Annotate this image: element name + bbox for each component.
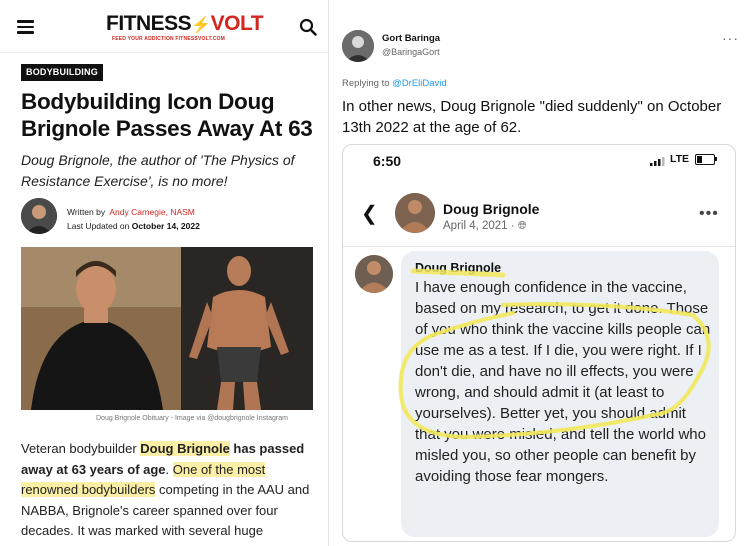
tweet-panel: Gort Baringa @BaringaGort ··· Replying t… — [329, 0, 747, 546]
comment-text: I have enough confidence in the vaccine,… — [415, 279, 711, 485]
mention-link[interactable]: @DrEliDavid — [392, 78, 447, 89]
post-separator — [343, 246, 735, 247]
article-photo — [21, 247, 313, 410]
category-badge[interactable]: BODYBUILDING — [21, 64, 103, 81]
battery-tip — [715, 157, 717, 161]
site-header: FITNESS⚡VOLT FEED YOUR ADDICTION FITNESS… — [0, 0, 328, 53]
highlight-name: Doug Brignole — [140, 441, 230, 456]
search-icon[interactable] — [299, 18, 317, 36]
logo-tagline: FEED YOUR ADDICTION FITNESSVOLT.COM — [111, 36, 226, 42]
comment-bubble: Doug Brignole I have enough confidence i… — [401, 251, 719, 537]
image-caption: Doug Brignole Obituary - Image via @doug… — [96, 415, 288, 422]
post-more-icon: ••• — [699, 205, 719, 222]
tweet-text: In other news, Doug Brignole "died sudde… — [342, 98, 722, 136]
tweet-author-name[interactable]: Gort Baringa — [382, 33, 440, 44]
replying-to: Replying to @DrEliDavid — [342, 78, 447, 89]
post-date-text: April 4, 2021 · — [443, 220, 515, 232]
article-panel: FITNESS⚡VOLT FEED YOUR ADDICTION FITNESS… — [0, 0, 328, 546]
menu-icon[interactable] — [17, 20, 34, 34]
globe-icon: 🌐︎ — [517, 220, 527, 232]
battery-icon — [695, 154, 715, 165]
author-link[interactable]: Andy Carnegie, NASM — [109, 207, 195, 217]
more-options-icon[interactable]: ··· — [722, 30, 739, 46]
signal-icon — [650, 157, 665, 166]
replying-label: Replying to — [342, 78, 393, 89]
post-date: April 4, 2021 · 🌐︎ — [443, 220, 527, 233]
logo-word-2: VOLT — [210, 12, 264, 35]
back-chevron-icon[interactable]: ❮ — [361, 201, 378, 226]
post-author-name: Doug Brignole — [443, 201, 540, 217]
site-logo[interactable]: FITNESS⚡VOLT FEED YOUR ADDICTION FITNESS… — [106, 12, 264, 46]
body-text-1: Veteran bodybuilder — [21, 441, 141, 456]
status-time: 6:50 — [373, 153, 402, 169]
embedded-screenshot: 6:50 LTE ❮ Doug Brignole April 4, 2021 ·… — [342, 144, 736, 542]
article-body: Veteran bodybuilder Doug Brignole has pa… — [21, 439, 321, 542]
tweet-author-handle[interactable]: @BaringaGort — [382, 47, 440, 57]
tweet-avatar[interactable] — [342, 30, 374, 62]
byline: Written by Andy Carnegie, NASM Last Upda… — [67, 205, 200, 233]
logo-word: FITNESS — [106, 12, 192, 35]
article-title: Bodybuilding Icon Doug Brignole Passes A… — [21, 89, 313, 141]
post-author-avatar — [395, 193, 435, 233]
comment-author: Doug Brignole — [415, 261, 502, 275]
comment-avatar — [355, 255, 393, 293]
updated-date: October 14, 2022 — [131, 221, 200, 231]
written-by-label: Written by — [67, 207, 106, 217]
article-subtitle: Doug Brignole, the author of 'The Physic… — [21, 152, 295, 189]
network-label: LTE — [670, 153, 690, 165]
body-text-3: . — [165, 461, 173, 477]
updated-label: Last Updated on — [67, 221, 130, 231]
author-avatar[interactable] — [21, 198, 57, 234]
